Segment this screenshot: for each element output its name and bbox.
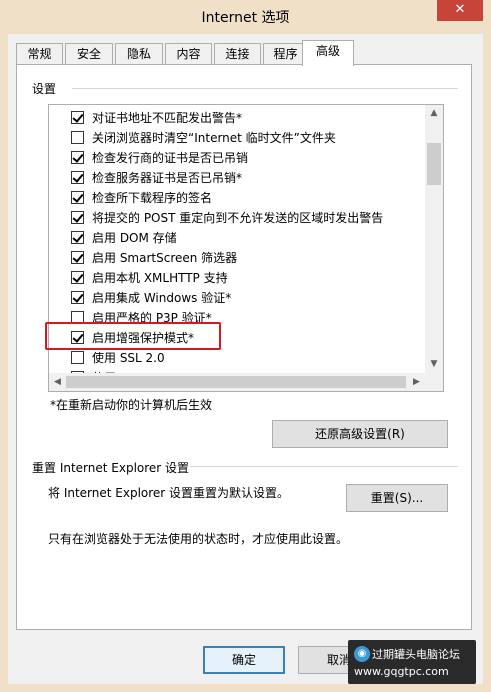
list-item-label: 检查所下载程序的签名 bbox=[92, 191, 213, 205]
highlight-annotation bbox=[45, 322, 221, 350]
list-item[interactable]: 检查所下载程序的签名 bbox=[49, 187, 425, 207]
reset-description: 将 Internet Explorer 设置重置为默认设置。 bbox=[48, 486, 290, 500]
horizontal-scrollbar[interactable]: ◀ ▶ bbox=[49, 373, 425, 391]
close-icon[interactable]: ✕ bbox=[455, 2, 466, 17]
list-item[interactable]: 启用 DOM 存储 bbox=[49, 227, 425, 247]
close-button[interactable]: ✕ bbox=[437, 0, 483, 21]
tab-content[interactable]: 内容 bbox=[165, 43, 212, 65]
ok-button[interactable]: 确定 bbox=[203, 646, 285, 674]
tab-general[interactable]: 常规 bbox=[16, 43, 63, 65]
watermark-title: 过期罐头电脑论坛 bbox=[372, 648, 460, 661]
list-item-label: 启用集成 Windows 验证* bbox=[92, 291, 232, 305]
checkbox[interactable] bbox=[71, 211, 84, 224]
list-item-label: 启用本机 XMLHTTP 支持 bbox=[92, 271, 228, 285]
list-item[interactable]: 关闭浏览器时清空“Internet 临时文件”文件夹 bbox=[49, 127, 425, 147]
list-item-label: 将提交的 POST 重定向到不允许发送的区域时发出警告 bbox=[92, 211, 384, 225]
checkbox[interactable] bbox=[71, 151, 84, 164]
scroll-right-icon[interactable]: ▶ bbox=[408, 373, 425, 391]
settings-divider bbox=[72, 88, 458, 89]
list-item[interactable]: 检查服务器证书是否已吊销* bbox=[49, 167, 425, 187]
checkbox[interactable] bbox=[71, 271, 84, 284]
title-bar: Internet 选项 ✕ bbox=[0, 0, 491, 34]
checkbox[interactable] bbox=[71, 131, 84, 144]
list-item-label: 对证书地址不匹配发出警告* bbox=[92, 111, 243, 125]
tab-security[interactable]: 安全 bbox=[65, 43, 113, 65]
list-item-label: 检查服务器证书是否已吊销* bbox=[92, 171, 243, 185]
checkbox[interactable] bbox=[71, 191, 84, 204]
reset-group-label: 重置 Internet Explorer 设置 bbox=[32, 461, 190, 475]
list-item[interactable]: 启用集成 Windows 验证* bbox=[49, 287, 425, 307]
reset-divider bbox=[190, 466, 458, 467]
scroll-up-icon[interactable]: ▲ bbox=[425, 105, 443, 122]
scroll-left-icon[interactable]: ◀ bbox=[49, 373, 66, 391]
checkbox[interactable] bbox=[71, 351, 84, 364]
reset-button[interactable]: 重置(S)... bbox=[346, 484, 448, 512]
checkbox[interactable] bbox=[71, 231, 84, 244]
scroll-thumb[interactable] bbox=[66, 376, 406, 388]
list-item[interactable]: 检查发行商的证书是否已吊销 bbox=[49, 147, 425, 167]
watermark: ◉ 过期罐头电脑论坛 www.gqgtpc.com bbox=[348, 640, 476, 684]
restore-advanced-settings-button[interactable]: 还原高级设置(R) bbox=[272, 420, 448, 448]
scrollbar-corner bbox=[425, 373, 443, 391]
watermark-url: www.gqgtpc.com bbox=[354, 665, 449, 678]
tab-privacy[interactable]: 隐私 bbox=[115, 43, 163, 65]
settings-group-label: 设置 bbox=[32, 82, 57, 96]
checkbox[interactable] bbox=[71, 171, 84, 184]
tab-advanced[interactable]: 高级 bbox=[302, 40, 354, 66]
list-item[interactable]: 对证书地址不匹配发出警告* bbox=[49, 107, 425, 127]
forum-logo-icon: ◉ bbox=[354, 646, 370, 662]
window-title: Internet 选项 bbox=[201, 10, 290, 26]
scroll-thumb[interactable] bbox=[427, 143, 441, 185]
reset-warning-note: 只有在浏览器处于无法使用的状态时，才应使用此设置。 bbox=[48, 532, 349, 546]
list-item-label: 启用 DOM 存储 bbox=[92, 231, 177, 245]
checkbox[interactable] bbox=[71, 111, 84, 124]
checkbox[interactable] bbox=[71, 291, 84, 304]
vertical-scrollbar[interactable]: ▲ ▼ bbox=[425, 105, 443, 373]
list-item[interactable]: 启用本机 XMLHTTP 支持 bbox=[49, 267, 425, 287]
list-item[interactable]: 启用 SmartScreen 筛选器 bbox=[49, 247, 425, 267]
restart-note: *在重新启动你的计算机后生效 bbox=[50, 398, 213, 412]
list-item-label: 使用 SSL 2.0 bbox=[92, 351, 165, 365]
scroll-down-icon[interactable]: ▼ bbox=[425, 356, 443, 373]
checkbox[interactable] bbox=[71, 251, 84, 264]
tab-connections[interactable]: 连接 bbox=[214, 43, 261, 65]
list-item[interactable]: 使用 SSL 2.0 bbox=[49, 347, 425, 367]
list-item[interactable]: 将提交的 POST 重定向到不允许发送的区域时发出警告 bbox=[49, 207, 425, 227]
list-item-label: 检查发行商的证书是否已吊销 bbox=[92, 151, 249, 165]
list-item-label: 关闭浏览器时清空“Internet 临时文件”文件夹 bbox=[92, 131, 336, 145]
list-item-label: 启用 SmartScreen 筛选器 bbox=[92, 251, 238, 265]
